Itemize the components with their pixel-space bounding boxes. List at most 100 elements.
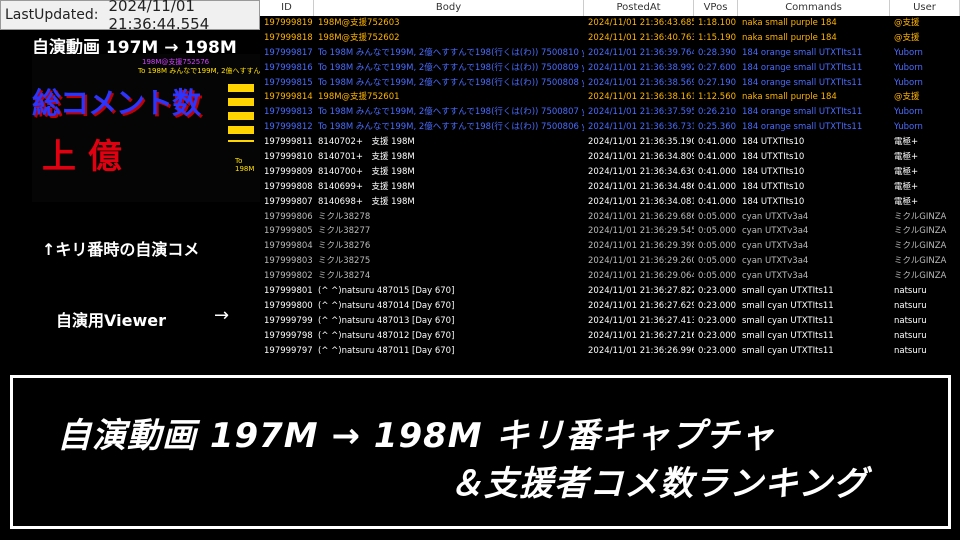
cell-vpos: 0:26.210 xyxy=(698,107,737,118)
table-row[interactable]: 197999810 8140701+ 支援 198M 2024/11/01 21:3… xyxy=(260,150,960,165)
cell-postedat: 2024/11/01 21:36:34.630 xyxy=(588,166,694,177)
cell-postedat: 2024/11/01 21:36:34.081 xyxy=(588,196,694,207)
cell-vpos: 0:23.000 xyxy=(698,330,737,341)
cell-commands: 184 UTXTIts10 xyxy=(742,196,805,207)
cell-commands: 184 orange small UTXTIts11 xyxy=(742,47,863,58)
cell-body: ミクル38275 xyxy=(318,256,371,267)
table-row[interactable]: 197999807 8140698+ 支援 198M 2024/11/01 21:3… xyxy=(260,195,960,210)
table-row[interactable]: 197999803 ミクル38275 2024/11/01 21:36:29.260… xyxy=(260,254,960,269)
cell-user: Yuborn xyxy=(894,107,923,118)
table-row[interactable]: 197999819 198M@支援752603 2024/11/01 21:36:4… xyxy=(260,16,960,31)
cell-vpos: 0:23.000 xyxy=(698,315,737,326)
comment-grid[interactable]: ID Body PostedAt VPos Commands User 1979… xyxy=(260,0,960,364)
cell-body: ミクル38277 xyxy=(318,226,371,237)
cell-vpos: 0:41.000 xyxy=(698,137,737,148)
cell-id: 197999819 xyxy=(264,18,313,28)
table-row[interactable]: 197999816 To 198M みんなで199M, 2億へすすんで198(行く… xyxy=(260,61,960,76)
last-updated-label: LastUpdated: xyxy=(5,7,99,23)
banner-line-1: 自演動画 197M → 198M キリ番キャプチャ xyxy=(57,416,776,456)
cell-id: 197999808 xyxy=(264,181,313,192)
table-row[interactable]: 197999804 ミクル38276 2024/11/01 21:36:29.398… xyxy=(260,239,960,254)
cell-user: 電極+ xyxy=(894,181,919,192)
cell-id: 197999818 xyxy=(264,32,313,43)
cell-commands: small cyan UTXTIts11 xyxy=(742,315,834,326)
cell-id: 197999816 xyxy=(264,62,313,73)
cell-postedat: 2024/11/01 21:36:27.413 xyxy=(588,315,694,326)
cell-id: 197999801 xyxy=(264,286,313,297)
cell-commands: small cyan UTXTIts11 xyxy=(742,300,834,311)
table-row[interactable]: 197999813 To 198M みんなで199M, 2億へすすんで198(行く… xyxy=(260,105,960,120)
table-row[interactable]: 197999814 198M@支援752601 2024/11/01 21:36:3… xyxy=(260,90,960,105)
table-row[interactable]: 197999799 (^ ^)natsuru 487013 [Day 670] 20… xyxy=(260,314,960,329)
cell-commands: small cyan UTXTIts11 xyxy=(742,286,834,297)
cell-id: 197999800 xyxy=(264,300,313,311)
cell-id: 197999807 xyxy=(264,196,313,207)
cell-postedat: 2024/11/01 21:36:40.763 xyxy=(588,32,694,43)
cell-id: 197999806 xyxy=(264,211,313,222)
table-row[interactable]: 197999818 198M@支援752602 2024/11/01 21:36:4… xyxy=(260,31,960,46)
cell-postedat: 2024/11/01 21:36:37.595 xyxy=(588,107,694,118)
cell-commands: cyan UTXTv3a4 xyxy=(742,256,809,267)
last-updated-value: 2024/11/01 21:36:44.554 xyxy=(108,0,210,33)
cell-commands: 184 UTXTIts10 xyxy=(742,137,805,148)
cell-vpos: 0:41.000 xyxy=(698,152,737,163)
cell-body: ミクル38274 xyxy=(318,271,371,282)
cell-user: Yuborn xyxy=(894,47,923,58)
table-row[interactable]: 197999801 (^ ^)natsuru 487015 [Day 670] 20… xyxy=(260,284,960,299)
cell-postedat: 2024/11/01 21:36:35.190 xyxy=(588,137,694,148)
table-row[interactable]: 197999797 (^ ^)natsuru 487011 [Day 670] 20… xyxy=(260,344,960,359)
cell-body: (^ ^)natsuru 487013 [Day 670] xyxy=(318,315,455,326)
cell-id: 197999809 xyxy=(264,166,313,177)
column-header-id[interactable]: ID xyxy=(260,0,314,16)
table-row[interactable]: 197999805 ミクル38277 2024/11/01 21:36:29.545… xyxy=(260,224,960,239)
cell-vpos: 0:41.000 xyxy=(698,196,737,207)
cell-id: 197999810 xyxy=(264,152,313,163)
cell-postedat: 2024/11/01 21:36:29.398 xyxy=(588,241,694,252)
table-row[interactable]: 197999800 (^ ^)natsuru 487014 [Day 670] 20… xyxy=(260,299,960,314)
table-row[interactable]: 197999809 8140700+ 支援 198M 2024/11/01 21:3… xyxy=(260,165,960,180)
last-updated-box: LastUpdated: 2024/11/01 21:36:44.554 xyxy=(0,0,260,33)
table-row[interactable]: 197999806 ミクル38278 2024/11/01 21:36:29.686… xyxy=(260,210,960,225)
cell-vpos: 0:41.000 xyxy=(698,166,737,177)
column-header-body[interactable]: Body xyxy=(314,0,584,16)
cell-commands: cyan UTXTv3a4 xyxy=(742,226,809,237)
cell-body: 8140700+ 支援 198M xyxy=(318,166,415,177)
cell-user: natsuru xyxy=(894,286,927,297)
cell-commands: 184 UTXTIts10 xyxy=(742,152,805,163)
table-row[interactable]: 197999817 To 198M みんなで199M, 2億へすすんで198(行く… xyxy=(260,46,960,61)
cell-commands: small cyan UTXTIts11 xyxy=(742,330,834,341)
table-row[interactable]: 197999812 To 198M みんなで199M, 2億へすすんで198(行く… xyxy=(260,120,960,135)
preview-big-text: 総コメント数 xyxy=(32,86,201,120)
table-row[interactable]: 197999815 To 198M みんなで199M, 2億へすすんで198(行く… xyxy=(260,76,960,91)
cell-user: ミクルGINZA xyxy=(894,256,947,267)
cell-postedat: 2024/11/01 21:36:34.809 xyxy=(588,152,694,163)
cell-user: 電極+ xyxy=(894,196,919,207)
cell-body: 8140701+ 支援 198M xyxy=(318,152,415,163)
cell-commands: naka small purple 184 xyxy=(742,92,837,103)
cell-commands: naka small purple 184 xyxy=(742,18,837,28)
cell-postedat: 2024/11/01 21:36:27.629 xyxy=(588,300,694,311)
table-row[interactable]: 197999798 (^ ^)natsuru 487012 [Day 670] 20… xyxy=(260,329,960,344)
table-row[interactable]: 197999802 ミクル38274 2024/11/01 21:36:29.064… xyxy=(260,269,960,284)
preview-red-text: 上 億 xyxy=(42,137,122,177)
cell-vpos: 1:12.560 xyxy=(698,92,737,103)
cell-postedat: 2024/11/01 21:36:36.731 xyxy=(588,122,694,133)
cell-body: ミクル38278 xyxy=(318,211,371,222)
cell-user: natsuru xyxy=(894,315,927,326)
table-row[interactable]: 197999811 8140702+ 支援 198M 2024/11/01 21:3… xyxy=(260,135,960,150)
caption-viewer: 自演用Viewer xyxy=(56,311,166,330)
cell-body: 8140702+ 支援 198M xyxy=(318,137,415,148)
table-row[interactable]: 197999808 8140699+ 支援 198M 2024/11/01 21:3… xyxy=(260,180,960,195)
column-header-postedat[interactable]: PostedAt xyxy=(584,0,694,16)
cell-id: 197999815 xyxy=(264,77,313,88)
column-header-commands[interactable]: Commands xyxy=(738,0,890,16)
cell-user: ミクルGINZA xyxy=(894,241,947,252)
cell-commands: 184 orange small UTXTIts11 xyxy=(742,122,863,133)
preview-line-c: To 198M xyxy=(235,157,255,173)
column-header-user[interactable]: User xyxy=(890,0,960,16)
cell-body: To 198M みんなで199M, 2億へすすんで198(行くは(わ)) 750… xyxy=(318,62,584,73)
cell-body: To 198M みんなで199M, 2億へすすんで198(行くは(わ)) 750… xyxy=(318,47,584,58)
cell-user: natsuru xyxy=(894,345,927,356)
column-header-vpos[interactable]: VPos xyxy=(694,0,738,16)
cell-postedat: 2024/11/01 21:36:43.685 xyxy=(588,18,694,28)
